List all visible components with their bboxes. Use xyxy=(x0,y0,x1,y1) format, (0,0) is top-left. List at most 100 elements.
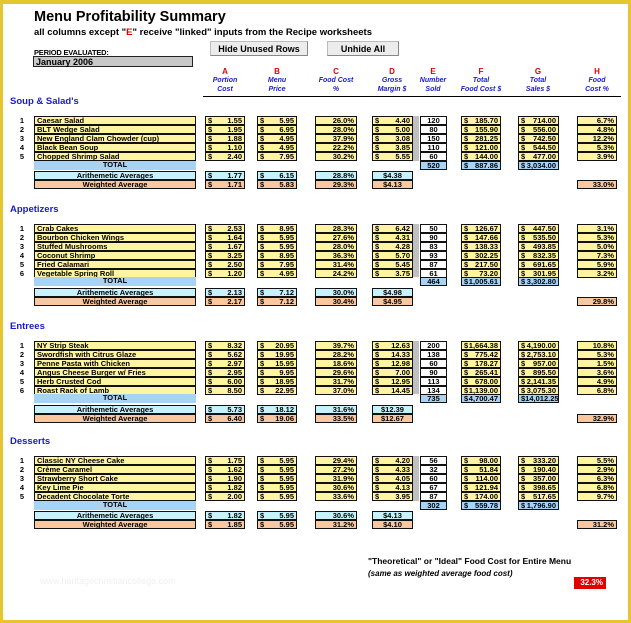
food-cost-share-cell[interactable]: 5.9% xyxy=(577,259,617,269)
gross-margin-cell[interactable]: $5.70 xyxy=(372,250,413,260)
total-food-cost-cell[interactable]: $678.00 xyxy=(461,376,501,386)
total-sales-cell[interactable]: $544.50 xyxy=(518,142,559,152)
number-sold-input[interactable]: 93 xyxy=(420,250,447,260)
total-sales-cell[interactable]: $301.95 xyxy=(518,268,559,278)
food-cost-share-cell[interactable]: 9.7% xyxy=(577,491,617,501)
food-cost-share-cell[interactable]: 5.5% xyxy=(577,456,617,465)
menu-item-name[interactable]: Coconut Shrimp xyxy=(34,250,196,260)
number-sold-input[interactable]: 56 xyxy=(420,456,447,465)
gross-margin-cell[interactable]: $4.20 xyxy=(372,456,413,465)
food-cost-pct-cell[interactable]: 22.2% xyxy=(315,142,357,152)
total-sales-cell[interactable]: $517.65 xyxy=(518,491,559,501)
menu-price-cell[interactable]: $5.95 xyxy=(257,473,297,483)
gross-margin-cell[interactable]: $4.31 xyxy=(372,232,413,242)
food-cost-share-cell[interactable]: 6.7% xyxy=(577,116,617,125)
menu-item-name[interactable]: Swordfish with Citrus Glaze xyxy=(34,349,196,359)
food-cost-pct-cell[interactable]: 31.4% xyxy=(315,259,357,269)
total-food-cost-cell[interactable]: $1,664.38 xyxy=(461,341,501,350)
food-cost-pct-cell[interactable]: 39.7% xyxy=(315,341,357,350)
menu-item-name[interactable]: Fried Calamari xyxy=(34,259,196,269)
portion-cost-cell[interactable]: $6.00 xyxy=(205,376,245,386)
food-cost-share-cell[interactable]: 6.8% xyxy=(577,482,617,492)
total-food-cost-cell[interactable]: $126.67 xyxy=(461,224,501,233)
total-sales-cell[interactable]: $447.50 xyxy=(518,224,559,233)
food-cost-pct-cell[interactable]: 29.6% xyxy=(315,367,357,377)
food-cost-pct-cell[interactable]: 28.3% xyxy=(315,224,357,233)
portion-cost-cell[interactable]: $1.90 xyxy=(205,473,245,483)
total-food-cost-cell[interactable]: $265.41 xyxy=(461,367,501,377)
food-cost-pct-cell[interactable]: 18.6% xyxy=(315,358,357,368)
number-sold-input[interactable]: 60 xyxy=(420,358,447,368)
food-cost-pct-cell[interactable]: 33.6% xyxy=(315,491,357,501)
total-food-cost-cell[interactable]: $147.66 xyxy=(461,232,501,242)
total-food-cost-cell[interactable]: $217.50 xyxy=(461,259,501,269)
menu-price-cell[interactable]: $15.95 xyxy=(257,358,297,368)
menu-item-name[interactable]: Angus Cheese Burger w/ Fries xyxy=(34,367,196,377)
number-sold-input[interactable]: 90 xyxy=(420,232,447,242)
food-cost-pct-cell[interactable]: 29.4% xyxy=(315,456,357,465)
total-food-cost-cell[interactable]: $138.33 xyxy=(461,241,501,251)
number-sold-input[interactable]: 67 xyxy=(420,482,447,492)
menu-item-name[interactable]: Stuffed Mushrooms xyxy=(34,241,196,251)
total-sales-cell[interactable]: $398.65 xyxy=(518,482,559,492)
portion-cost-cell[interactable]: $1.62 xyxy=(205,464,245,474)
food-cost-share-cell[interactable]: 4.9% xyxy=(577,376,617,386)
food-cost-share-cell[interactable]: 3.1% xyxy=(577,224,617,233)
food-cost-pct-cell[interactable]: 30.6% xyxy=(315,482,357,492)
total-sales-cell[interactable]: $714.00 xyxy=(518,116,559,125)
gross-margin-cell[interactable]: $12.95 xyxy=(372,376,413,386)
number-sold-input[interactable]: 138 xyxy=(420,349,447,359)
menu-price-cell[interactable]: $18.95 xyxy=(257,376,297,386)
number-sold-input[interactable]: 90 xyxy=(420,367,447,377)
food-cost-share-cell[interactable]: 5.3% xyxy=(577,349,617,359)
food-cost-share-cell[interactable]: 5.0% xyxy=(577,241,617,251)
portion-cost-cell[interactable]: $1.95 xyxy=(205,124,245,134)
food-cost-share-cell[interactable]: 2.9% xyxy=(577,464,617,474)
number-sold-input[interactable]: 113 xyxy=(420,376,447,386)
menu-item-name[interactable]: Crab Cakes xyxy=(34,224,196,233)
total-sales-cell[interactable]: $691.65 xyxy=(518,259,559,269)
food-cost-pct-cell[interactable]: 26.0% xyxy=(315,116,357,125)
portion-cost-cell[interactable]: $1.75 xyxy=(205,456,245,465)
portion-cost-cell[interactable]: $5.62 xyxy=(205,349,245,359)
food-cost-pct-cell[interactable]: 27.6% xyxy=(315,232,357,242)
portion-cost-cell[interactable]: $1.10 xyxy=(205,142,245,152)
portion-cost-cell[interactable]: $1.64 xyxy=(205,232,245,242)
gross-margin-cell[interactable]: $4.05 xyxy=(372,473,413,483)
total-sales-cell[interactable]: $957.00 xyxy=(518,358,559,368)
menu-item-name[interactable]: NY Strip Steak xyxy=(34,341,196,350)
food-cost-pct-cell[interactable]: 36.3% xyxy=(315,250,357,260)
menu-price-cell[interactable]: $9.95 xyxy=(257,367,297,377)
gross-margin-cell[interactable]: $12.98 xyxy=(372,358,413,368)
food-cost-pct-cell[interactable]: 37.9% xyxy=(315,133,357,143)
food-cost-pct-cell[interactable]: 31.9% xyxy=(315,473,357,483)
total-food-cost-cell[interactable]: $98.00 xyxy=(461,456,501,465)
food-cost-share-cell[interactable]: 1.5% xyxy=(577,358,617,368)
portion-cost-cell[interactable]: $1.67 xyxy=(205,241,245,251)
total-sales-cell[interactable]: $742.50 xyxy=(518,133,559,143)
food-cost-share-cell[interactable]: 6.8% xyxy=(577,385,617,395)
number-sold-input[interactable]: 150 xyxy=(420,133,447,143)
total-food-cost-cell[interactable]: $121.00 xyxy=(461,142,501,152)
total-food-cost-cell[interactable]: $174.00 xyxy=(461,491,501,501)
gross-margin-cell[interactable]: $12.63 xyxy=(372,341,413,350)
food-cost-share-cell[interactable]: 4.8% xyxy=(577,124,617,134)
menu-item-name[interactable]: Chopped Shrimp Salad xyxy=(34,151,196,161)
menu-item-name[interactable]: Strawberry Short Cake xyxy=(34,473,196,483)
menu-price-cell[interactable]: $5.95 xyxy=(257,116,297,125)
total-sales-cell[interactable]: $493.85 xyxy=(518,241,559,251)
gross-margin-cell[interactable]: $4.33 xyxy=(372,464,413,474)
total-sales-cell[interactable]: $4,190.00 xyxy=(518,341,559,350)
gross-margin-cell[interactable]: $3.75 xyxy=(372,268,413,278)
total-food-cost-cell[interactable]: $302.25 xyxy=(461,250,501,260)
total-sales-cell[interactable]: $3,075.30 xyxy=(518,385,559,395)
food-cost-pct-cell[interactable]: 27.2% xyxy=(315,464,357,474)
menu-price-cell[interactable]: $20.95 xyxy=(257,341,297,350)
portion-cost-cell[interactable]: $2.50 xyxy=(205,259,245,269)
portion-cost-cell[interactable]: $2.95 xyxy=(205,367,245,377)
menu-item-name[interactable]: Black Bean Soup xyxy=(34,142,196,152)
gross-margin-cell[interactable]: $5.00 xyxy=(372,124,413,134)
portion-cost-cell[interactable]: $1.82 xyxy=(205,482,245,492)
unhide-all-button[interactable]: Unhide All xyxy=(327,41,399,56)
food-cost-pct-cell[interactable]: 28.2% xyxy=(315,349,357,359)
